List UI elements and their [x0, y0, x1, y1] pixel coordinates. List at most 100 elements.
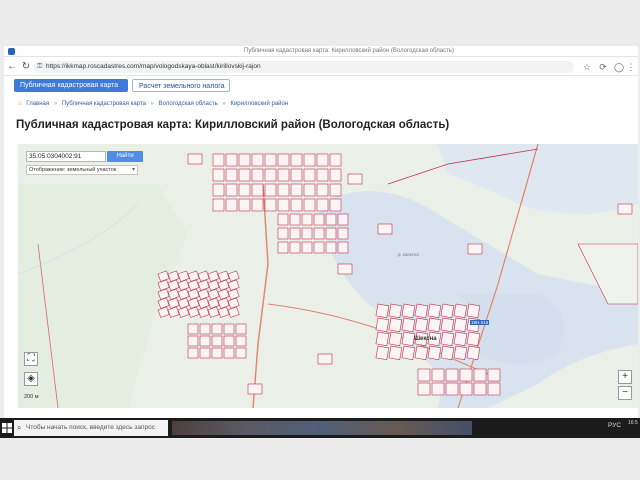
land-parcel[interactable] — [177, 270, 190, 282]
land-parcel[interactable] — [487, 382, 501, 396]
land-parcel[interactable] — [207, 297, 220, 309]
land-parcel[interactable] — [187, 347, 199, 359]
land-parcel[interactable] — [212, 198, 225, 212]
land-parcel[interactable] — [317, 353, 333, 365]
land-parcel[interactable] — [223, 323, 235, 335]
land-parcel[interactable] — [431, 382, 445, 396]
land-parcel[interactable] — [453, 317, 468, 333]
land-parcel[interactable] — [329, 168, 342, 182]
land-parcel[interactable] — [313, 213, 325, 226]
land-parcel[interactable] — [301, 213, 313, 226]
land-parcel[interactable] — [325, 227, 337, 240]
land-parcel[interactable] — [177, 297, 190, 309]
land-parcel[interactable] — [227, 279, 240, 291]
land-parcel[interactable] — [235, 347, 247, 359]
land-parcel[interactable] — [199, 323, 211, 335]
land-parcel[interactable] — [187, 153, 203, 165]
land-parcel[interactable] — [217, 288, 230, 300]
land-parcel[interactable] — [316, 198, 329, 212]
land-parcel[interactable] — [290, 168, 303, 182]
land-parcel[interactable] — [467, 243, 483, 255]
land-parcel[interactable] — [401, 303, 416, 319]
land-parcel[interactable] — [325, 241, 337, 254]
land-parcel[interactable] — [414, 345, 429, 361]
land-parcel[interactable] — [329, 198, 342, 212]
land-parcel[interactable] — [207, 270, 220, 282]
land-parcel[interactable] — [337, 241, 349, 254]
land-parcel[interactable] — [427, 345, 442, 361]
land-parcel[interactable] — [277, 183, 290, 197]
land-parcel[interactable] — [167, 297, 180, 309]
cadastral-map[interactable]: 35:05:0304002:91 Найти Отображение: земе… — [18, 144, 638, 408]
land-parcel[interactable] — [212, 183, 225, 197]
land-parcel[interactable] — [238, 153, 251, 167]
land-parcel[interactable] — [375, 345, 390, 361]
land-parcel[interactable] — [217, 306, 230, 318]
land-parcel[interactable] — [277, 168, 290, 182]
land-parcel[interactable] — [487, 368, 501, 382]
breadcrumb-item-map[interactable]: Публичная кадастровая карта — [62, 101, 146, 107]
land-parcel[interactable] — [167, 288, 180, 300]
land-parcel[interactable] — [414, 303, 429, 319]
land-parcel[interactable] — [167, 306, 180, 318]
land-parcel[interactable] — [329, 153, 342, 167]
land-parcel[interactable] — [466, 331, 481, 347]
land-parcel[interactable] — [264, 198, 277, 212]
land-parcel[interactable] — [238, 168, 251, 182]
land-parcel[interactable] — [347, 173, 363, 185]
land-parcel[interactable] — [187, 297, 200, 309]
land-parcel[interactable] — [211, 347, 223, 359]
breadcrumb-item-home[interactable]: Главная — [26, 101, 49, 107]
map-canvas[interactable] — [18, 144, 638, 408]
land-parcel[interactable] — [329, 183, 342, 197]
clock[interactable]: 16:5 — [628, 420, 638, 426]
land-parcel[interactable] — [238, 183, 251, 197]
land-parcel[interactable] — [227, 306, 240, 318]
land-parcel[interactable] — [289, 227, 301, 240]
land-parcel[interactable] — [313, 241, 325, 254]
reload-button[interactable]: ↻ — [20, 61, 32, 73]
land-parcel[interactable] — [375, 331, 390, 347]
land-parcel[interactable] — [247, 383, 263, 395]
land-parcel[interactable] — [290, 183, 303, 197]
land-parcel[interactable] — [440, 317, 455, 333]
land-parcel[interactable] — [303, 153, 316, 167]
land-parcel[interactable] — [277, 241, 289, 254]
land-parcel[interactable] — [207, 306, 220, 318]
land-parcel[interactable] — [290, 153, 303, 167]
land-parcel[interactable] — [223, 335, 235, 347]
land-parcel[interactable] — [427, 303, 442, 319]
land-parcel[interactable] — [225, 183, 238, 197]
land-parcel[interactable] — [417, 382, 431, 396]
breadcrumb-item-district[interactable]: Кирилловский район — [230, 101, 288, 107]
land-parcel[interactable] — [301, 241, 313, 254]
land-parcel[interactable] — [225, 153, 238, 167]
land-parcel[interactable] — [303, 183, 316, 197]
bookmark-star-icon[interactable]: ☆ — [582, 61, 592, 73]
tab-land-tax[interactable]: Расчет земельного налога — [132, 79, 230, 92]
taskbar-search-input[interactable]: ⌕ Чтобы начать поиск, введите здесь запр… — [14, 420, 168, 436]
land-parcel[interactable] — [187, 288, 200, 300]
land-parcel[interactable] — [388, 317, 403, 333]
land-parcel[interactable] — [197, 297, 210, 309]
land-parcel[interactable] — [401, 317, 416, 333]
land-parcel[interactable] — [303, 198, 316, 212]
land-parcel[interactable] — [459, 368, 473, 382]
land-parcel[interactable] — [401, 331, 416, 347]
layers-icon[interactable]: ◈ — [24, 372, 38, 386]
land-parcel[interactable] — [445, 382, 459, 396]
land-parcel[interactable] — [459, 382, 473, 396]
land-parcel[interactable] — [277, 153, 290, 167]
land-parcel[interactable] — [167, 279, 180, 291]
land-parcel[interactable] — [227, 288, 240, 300]
land-parcel[interactable] — [375, 317, 390, 333]
land-parcel[interactable] — [473, 368, 487, 382]
land-parcel[interactable] — [211, 323, 223, 335]
land-parcel[interactable] — [337, 227, 349, 240]
land-parcel[interactable] — [264, 168, 277, 182]
land-parcel[interactable] — [277, 198, 290, 212]
land-parcel[interactable] — [337, 213, 349, 226]
land-parcel[interactable] — [337, 263, 353, 275]
url-field[interactable]: ⚿ https://ikkmap.roscadastres.com/map/vo… — [34, 61, 574, 73]
land-parcel[interactable] — [375, 303, 390, 319]
